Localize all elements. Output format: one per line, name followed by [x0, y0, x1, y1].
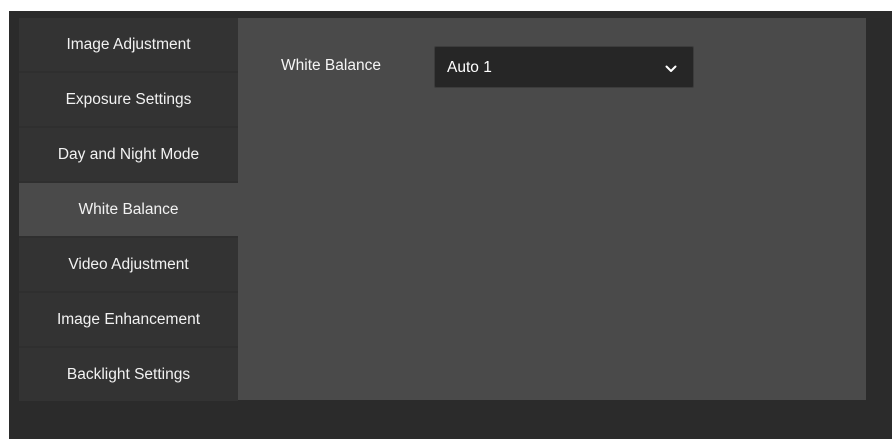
- sidebar-item-label: Day and Night Mode: [57, 145, 200, 163]
- sidebar-item-label: Backlight Settings: [66, 365, 191, 383]
- sidebar-item-backlight-settings[interactable]: Backlight Settings: [19, 348, 238, 401]
- settings-content-panel: White Balance Auto 1: [238, 18, 866, 400]
- sidebar-item-exposure-settings[interactable]: Exposure Settings: [19, 73, 238, 126]
- white-balance-selected-value: Auto 1: [447, 59, 492, 76]
- sidebar-item-image-enhancement[interactable]: Image Enhancement: [19, 293, 238, 346]
- sidebar-item-label: Exposure Settings: [65, 90, 192, 108]
- sidebar-item-label: Video Adjustment: [68, 255, 189, 273]
- sidebar-item-day-and-night-mode[interactable]: Day and Night Mode: [19, 128, 238, 181]
- sidebar-item-video-adjustment[interactable]: Video Adjustment: [19, 238, 238, 291]
- chevron-down-icon: [665, 61, 677, 72]
- settings-sidebar: Image Adjustment Exposure Settings Day a…: [19, 18, 238, 401]
- white-balance-label: White Balance: [281, 57, 381, 74]
- white-balance-select[interactable]: Auto 1: [434, 46, 694, 88]
- sidebar-item-white-balance[interactable]: White Balance: [19, 183, 238, 236]
- sidebar-item-label: White Balance: [78, 200, 179, 218]
- sidebar-item-label: Image Adjustment: [66, 35, 191, 53]
- sidebar-item-label: Image Enhancement: [56, 310, 201, 328]
- sidebar-item-image-adjustment[interactable]: Image Adjustment: [19, 18, 238, 71]
